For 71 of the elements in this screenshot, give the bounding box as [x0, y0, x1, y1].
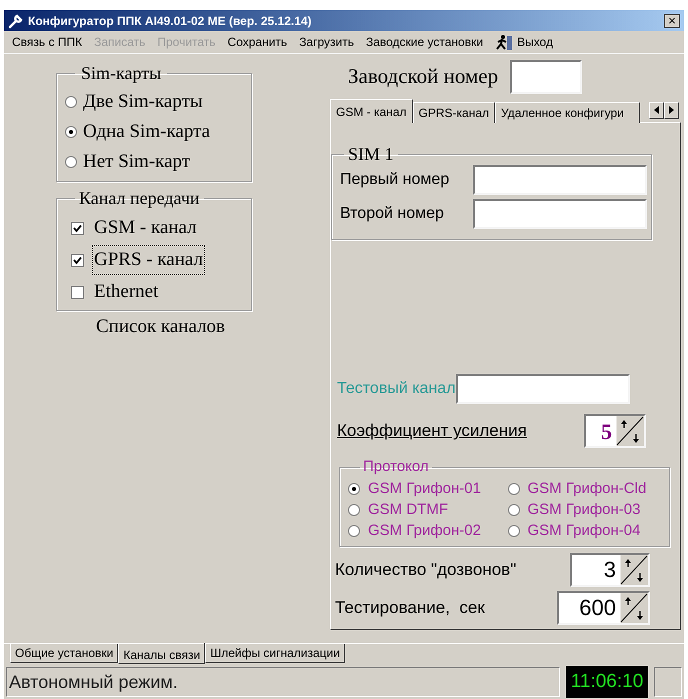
window-title: Конфигуратор ППК АІ49.01-02 МЕ (вер. 25.12.14) [28, 12, 313, 30]
tab[interactable]: GSM - канал [330, 99, 412, 123]
phone-field[interactable] [473, 199, 647, 229]
group-title: SIM 1 [347, 145, 395, 163]
checkbox[interactable] [71, 286, 84, 298]
radio-label: Нет Sim-карт [83, 150, 190, 174]
checkbox-label: GPRS - канал [92, 244, 205, 276]
radio-button[interactable] [348, 525, 360, 537]
spin-arrows-icon[interactable] [620, 592, 648, 622]
radio-label: GSM DTMF [368, 500, 448, 520]
radio-button[interactable] [65, 96, 77, 108]
menu-item[interactable]: Сохранить [228, 33, 288, 51]
test-channel-field[interactable] [456, 374, 630, 404]
radio-label: GSM Грифон-01 [368, 478, 481, 499]
spin-value: 5 [600, 418, 613, 446]
tab[interactable]: GPRS-канал [412, 102, 495, 123]
menu-item[interactable]: Загрузить [299, 33, 354, 51]
serial-number-field[interactable] [510, 60, 582, 94]
scroll-right-button[interactable] [664, 102, 679, 118]
radio-label: Две Sim-карты [83, 90, 203, 114]
tab[interactable]: Общие установки [10, 644, 118, 663]
status-message: Автономный режим. [6, 667, 560, 697]
radio-label: GSM Грифон-04 [528, 520, 640, 541]
left-triangle-icon [654, 106, 659, 114]
radio-button[interactable] [348, 504, 360, 516]
tab[interactable]: Шлейфы сигнализации [205, 644, 345, 663]
field-label: Коэффициент усиления [337, 420, 527, 442]
serial-number-label: Заводской номер [348, 63, 498, 90]
group-title: Sim-карты [80, 62, 162, 85]
section-label: Список каналов [96, 315, 226, 339]
group-title: Канал передачи [78, 187, 201, 210]
menu-item[interactable]: Заводские установки [366, 33, 484, 51]
menu-item[interactable]: Выход [495, 33, 553, 51]
tab[interactable]: Удаленное конфигури [495, 102, 640, 123]
scroll-left-button[interactable] [649, 102, 664, 118]
status-panel [654, 667, 682, 697]
spin-value: 600 [578, 594, 617, 622]
running-figure-icon [495, 34, 514, 50]
checkbox-label: Ethernet [93, 280, 160, 304]
radio-label: GSM Грифон-03 [528, 500, 640, 520]
field-label: Первый номер [340, 170, 450, 190]
phone-field[interactable] [473, 165, 647, 195]
radio-label: GSM Грифон-Cld [528, 478, 646, 499]
radio-button[interactable] [508, 483, 520, 495]
radio-button[interactable] [508, 504, 520, 516]
field-label: Количество "дозвонов" [335, 558, 516, 581]
wrench-icon [8, 12, 24, 28]
radio-button[interactable] [65, 126, 77, 138]
radio-label: GSM Грифон-02 [368, 520, 481, 541]
spin-box[interactable]: 5 [584, 414, 646, 448]
field-label: Второй номер [340, 204, 444, 224]
spin-box[interactable]: 3 [570, 552, 650, 586]
radio-button[interactable] [348, 483, 360, 495]
field-label: Тестирование, сек [335, 596, 485, 619]
field-label: Тестовый канал [337, 379, 456, 399]
tab[interactable]: Каналы связи [118, 643, 206, 664]
checkbox-label: GSM - канал [93, 216, 198, 240]
radio-label: Одна Sim-карта [83, 120, 210, 144]
checkbox[interactable] [71, 222, 84, 234]
spin-arrows-icon[interactable] [620, 554, 648, 584]
radio-button[interactable] [65, 156, 77, 168]
close-button[interactable]: × [664, 14, 680, 28]
radio-button[interactable] [508, 525, 520, 537]
checkbox[interactable] [71, 254, 84, 266]
group-title: Протокол [362, 457, 430, 477]
spin-value: 3 [602, 556, 617, 584]
right-triangle-icon [669, 106, 674, 114]
spin-arrows-icon[interactable] [616, 416, 644, 446]
menu-item[interactable]: Связь с ППК [12, 33, 82, 51]
spin-box[interactable]: 600 [557, 590, 650, 624]
clock: 11:06:10 [566, 666, 648, 698]
